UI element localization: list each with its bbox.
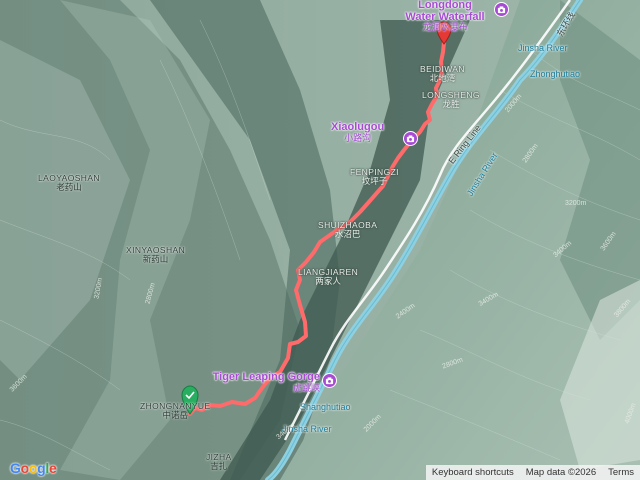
place-fenpingzi: FENPINGZI 坟坪子 [350, 168, 399, 186]
poi-longdong-waterfall[interactable]: Longdong Water Waterfall 龙洞水瀑布 [380, 0, 510, 33]
poi-name-en: Xiaolugou [331, 121, 385, 133]
camera-icon[interactable] [322, 373, 337, 388]
terms-link[interactable]: Terms [602, 465, 640, 480]
map-footer: Keyboard shortcuts Map data ©2026 Terms [425, 465, 640, 480]
place-name-zh: 老药山 [56, 181, 82, 192]
place-name-zh: 两家人 [315, 275, 341, 286]
place-laoyaoshan: LAOYAOSHAN 老药山 [38, 174, 100, 192]
place-name-zh: 吉扎 [210, 460, 228, 471]
place-zhonghutiao: Zhonghutiao [530, 69, 581, 79]
camera-icon[interactable] [403, 131, 418, 146]
place-xinyaoshan: XINYAOSHAN 新药山 [126, 246, 185, 264]
contour-label: 3200m [565, 200, 587, 207]
place-shanghutiao: Shanghutiao [300, 402, 351, 412]
poi-name-en: Tiger Leaping Gorge [212, 371, 320, 383]
camera-icon[interactable] [494, 2, 509, 17]
keyboard-shortcuts-link[interactable]: Keyboard shortcuts [426, 465, 520, 480]
poi-xiaolugou[interactable]: Xiaolugou 小路沟 [331, 121, 385, 143]
poi-name-en: Longdong [418, 0, 472, 11]
place-name-zh: 北地湾 [429, 72, 456, 83]
river-label-top: Jinsha River [518, 43, 568, 53]
place-name-zh: 水沼巴 [334, 228, 361, 239]
poi-tiger-leaping-gorge[interactable]: Tiger Leaping Gorge 虎跳峡 [186, 371, 320, 393]
place-name-zh: 坟坪子 [361, 175, 388, 186]
place-zhongnanyue: ZHONGNANYUE 中诺岳 [140, 402, 211, 420]
poi-name-zh: 小路沟 [344, 132, 372, 143]
poi-name-zh: 虎跳峡 [292, 382, 320, 393]
place-name-zh: 龙胜 [442, 98, 460, 109]
poi-name-zh: 龙洞水瀑布 [422, 22, 468, 33]
place-shuizhaoba: SHUIZHAOBA 水沼巴 [318, 221, 377, 239]
place-name-zh: 中诺岳 [162, 409, 189, 420]
google-logo: Google [10, 460, 57, 476]
place-jizha: JIZHA 吉扎 [206, 453, 232, 471]
map-data-attribution: Map data ©2026 [525, 467, 597, 478]
place-longsheng: LONGSHENG 龙胜 [422, 91, 480, 109]
place-liangjiaren: LIANGJIAREN 两家人 [298, 268, 358, 286]
river-label-bottom: Jinsha River [282, 424, 332, 434]
place-beidiwan: BEIDIWAN 北地湾 [420, 65, 465, 83]
place-name-zh: 新药山 [142, 253, 169, 264]
